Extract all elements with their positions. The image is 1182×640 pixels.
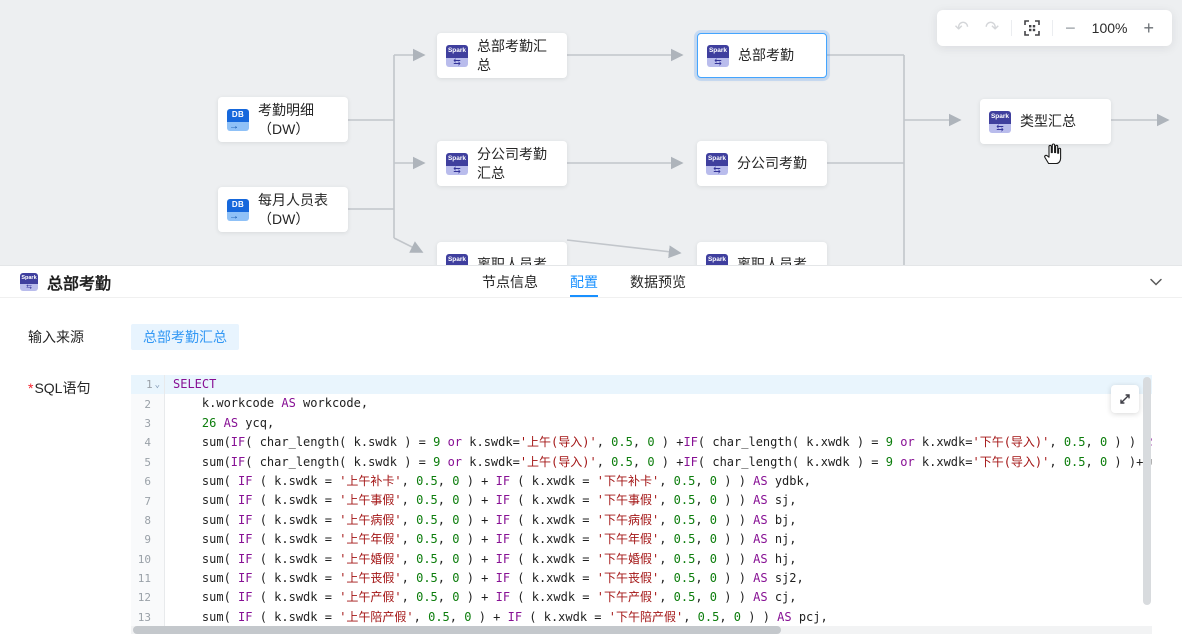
divider	[1011, 20, 1012, 36]
dag-canvas[interactable]: DB → 考勤明细（DW） DB → 每月人员表（DW） Spark ⇆ 总部考…	[0, 0, 1182, 265]
code-line: 11 sum( IF ( k.swdk = '上午丧假', 0.5, 0 ) +…	[131, 569, 1152, 588]
spark-icon: Spark ⇆	[446, 254, 468, 266]
undo-button[interactable]: ↶	[947, 10, 977, 46]
panel-title: 总部考勤	[47, 270, 111, 294]
line-number: 9	[131, 530, 165, 549]
spark-icon: Spark ⇆	[706, 153, 728, 175]
spark-icon: Spark ⇆	[20, 273, 38, 291]
spark-icon: Spark ⇆	[989, 111, 1011, 133]
tab-bar: 节点信息 配置 数据预览	[482, 266, 686, 297]
redo-button[interactable]: ↷	[977, 10, 1007, 46]
node-kaoqin-mingxi[interactable]: DB → 考勤明细（DW）	[218, 97, 348, 142]
code-line: 13 sum( IF ( k.swdk = '上午陪产假', 0.5, 0 ) …	[131, 608, 1152, 627]
line-number: 12	[131, 588, 165, 607]
line-number: 1⌄	[131, 375, 165, 394]
code-line: 6 sum( IF ( k.swdk = '上午补卡', 0.5, 0 ) + …	[131, 472, 1152, 491]
code-line: 5 sum(IF( char_length( k.swdk ) = 9 or k…	[131, 453, 1152, 472]
node-label: 类型汇总	[1020, 112, 1102, 130]
fit-view-button[interactable]	[1016, 10, 1048, 46]
node-zongbu-kaoqin[interactable]: Spark ⇆ 总部考勤	[697, 33, 827, 78]
line-number: 13	[131, 608, 165, 627]
spark-icon: Spark ⇆	[446, 45, 468, 67]
line-number: 11	[131, 569, 165, 588]
node-lizhi-renyuan-right[interactable]: Spark ⇆ 离职人员考	[697, 242, 827, 265]
node-meiyue-renyuanbiao[interactable]: DB → 每月人员表（DW）	[218, 187, 348, 232]
db-icon: DB →	[227, 199, 249, 221]
edge	[394, 238, 422, 252]
input-source-label: 输入来源	[28, 324, 131, 350]
sql-row: *SQL语句 1⌄SELECT2 k.workcode AS workcode,…	[28, 375, 1182, 634]
spark-icon: Spark ⇆	[706, 254, 728, 266]
line-number: 4	[131, 433, 165, 452]
node-label: 考勤明细（DW）	[258, 101, 339, 137]
node-label: 分公司考勤汇总	[477, 145, 558, 181]
zoom-level: 100%	[1084, 20, 1136, 36]
expand-editor-button[interactable]	[1111, 385, 1139, 413]
zoom-out-button[interactable]: −	[1057, 10, 1084, 46]
tab-data-preview[interactable]: 数据预览	[630, 266, 686, 297]
line-number: 8	[131, 511, 165, 530]
edge	[567, 240, 680, 253]
code-line: 9 sum( IF ( k.swdk = '上午年假', 0.5, 0 ) + …	[131, 530, 1152, 549]
input-source-tag[interactable]: 总部考勤汇总	[131, 324, 239, 350]
node-zongbu-kaoqin-huizong[interactable]: Spark ⇆ 总部考勤汇总	[437, 33, 567, 78]
divider	[1052, 20, 1053, 36]
spark-icon: Spark ⇆	[446, 153, 468, 175]
node-label: 离职人员考	[737, 255, 818, 265]
code-line: 7 sum( IF ( k.swdk = '上午事假', 0.5, 0 ) + …	[131, 491, 1152, 510]
node-label: 每月人员表（DW）	[258, 191, 339, 227]
code-line: 8 sum( IF ( k.swdk = '上午病假', 0.5, 0 ) + …	[131, 511, 1152, 530]
input-source-row: 输入来源 总部考勤汇总	[28, 324, 1182, 350]
fold-arrow-icon[interactable]: ⌄	[155, 380, 160, 390]
code-line: 2 k.workcode AS workcode,	[131, 394, 1152, 413]
node-label: 总部考勤汇总	[477, 37, 558, 73]
hand-cursor-icon	[1040, 141, 1062, 165]
config-panel: Spark ⇆ 总部考勤 节点信息 配置 数据预览 输入来源 总部考勤汇总 *S…	[0, 265, 1182, 640]
node-lizhi-renyuan-left[interactable]: Spark ⇆ 离职人员考	[437, 242, 567, 265]
required-mark: *	[28, 380, 33, 396]
sql-editor[interactable]: 1⌄SELECT2 k.workcode AS workcode,3 26 AS…	[131, 375, 1152, 634]
node-label: 离职人员考	[477, 255, 558, 265]
code-line: 3 26 AS ycq,	[131, 414, 1152, 433]
chevron-down-icon	[1148, 274, 1164, 290]
panel-header: Spark ⇆ 总部考勤 节点信息 配置 数据预览	[0, 266, 1182, 298]
zoom-in-button[interactable]: +	[1135, 10, 1162, 46]
code-line: 1⌄SELECT	[131, 375, 1152, 394]
node-label: 分公司考勤	[737, 154, 818, 172]
node-fengongsi-kaoqin[interactable]: Spark ⇆ 分公司考勤	[697, 141, 827, 186]
editor-horizontal-scrollbar-track	[131, 626, 1152, 634]
node-fengongsi-kaoqin-huizong[interactable]: Spark ⇆ 分公司考勤汇总	[437, 141, 567, 186]
code-line: 12 sum( IF ( k.swdk = '上午产假', 0.5, 0 ) +…	[131, 588, 1152, 607]
code-line: 10 sum( IF ( k.swdk = '上午婚假', 0.5, 0 ) +…	[131, 550, 1152, 569]
code-line: 4 sum(IF( char_length( k.swdk ) = 9 or k…	[131, 433, 1152, 452]
editor-horizontal-scrollbar[interactable]	[133, 626, 781, 634]
sql-label: *SQL语句	[28, 375, 131, 634]
line-number: 5	[131, 453, 165, 472]
tab-node-info[interactable]: 节点信息	[482, 266, 538, 297]
line-number: 3	[131, 414, 165, 433]
db-icon: DB →	[227, 109, 249, 131]
line-number: 7	[131, 491, 165, 510]
fit-view-icon	[1024, 20, 1040, 36]
node-leixing-huizong[interactable]: Spark ⇆ 类型汇总	[980, 99, 1111, 144]
line-number: 6	[131, 472, 165, 491]
spark-icon: Spark ⇆	[707, 45, 729, 67]
collapse-panel-button[interactable]	[1148, 274, 1164, 295]
expand-icon	[1118, 392, 1132, 406]
line-number: 10	[131, 550, 165, 569]
code-lines: 1⌄SELECT2 k.workcode AS workcode,3 26 AS…	[131, 375, 1152, 627]
editor-vertical-scrollbar[interactable]	[1143, 377, 1151, 605]
tab-config[interactable]: 配置	[570, 266, 598, 297]
node-label: 总部考勤	[738, 46, 817, 64]
line-number: 2	[131, 394, 165, 413]
graph-toolbar: ↶ ↷ − 100% +	[937, 10, 1172, 46]
